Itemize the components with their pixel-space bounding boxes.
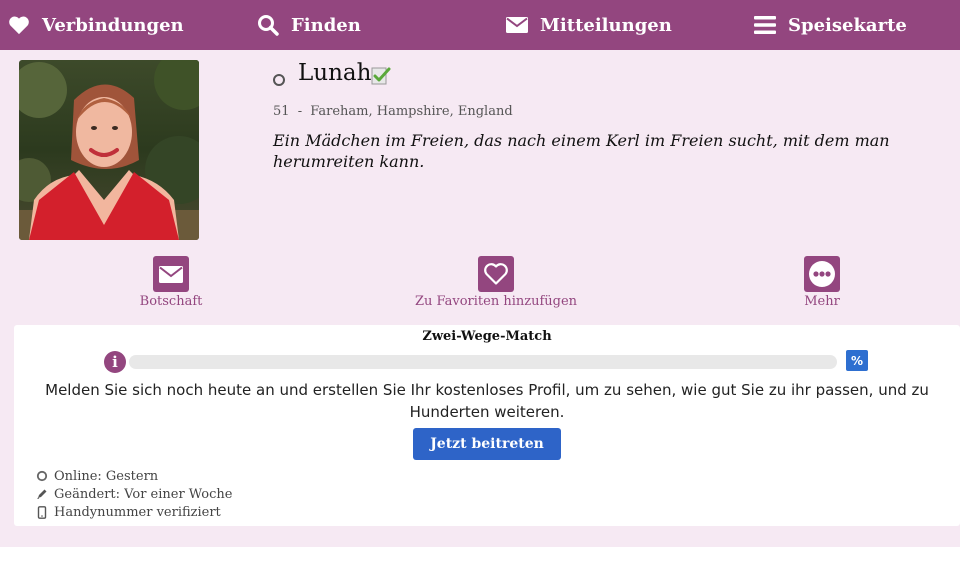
nav-connections-label: Verbindungen xyxy=(42,14,184,36)
profile-location: Fareham, Hampshire, England xyxy=(310,104,513,119)
profile-age: 51 xyxy=(273,104,290,119)
profile-tagline: Ein Mädchen im Freien, das nach einem Ke… xyxy=(273,131,890,171)
verified-badge-icon xyxy=(371,66,391,90)
fact-changed: Geändert: Vor einer Woche xyxy=(30,485,232,503)
nav-connections[interactable]: Verbindungen xyxy=(8,0,184,50)
nav-messages[interactable]: Mitteilungen xyxy=(506,0,672,50)
match-card: Zwei-Wege-Match i % Melden Sie sich noch… xyxy=(14,325,960,526)
search-icon xyxy=(257,14,279,36)
nav-menu-label: Speisekarte xyxy=(788,14,907,36)
envelope-icon xyxy=(506,17,528,33)
nav-find-label: Finden xyxy=(291,14,361,36)
profile-facts: Online: Gestern Geändert: Vor einer Woch… xyxy=(30,467,232,521)
online-status-indicator xyxy=(273,74,285,86)
fact-online-text: Online: Gestern xyxy=(54,468,159,484)
top-navigation: Verbindungen Finden Mitteilungen Speisek… xyxy=(0,0,960,50)
more-dots-icon xyxy=(804,256,840,292)
match-title: Zwei-Wege-Match xyxy=(422,329,552,344)
fact-online: Online: Gestern xyxy=(30,467,232,485)
online-status-icon xyxy=(30,470,54,482)
profile-name: Lunah xyxy=(298,60,372,86)
nav-messages-label: Mitteilungen xyxy=(540,14,672,36)
add-favorite-button[interactable]: Zu Favoriten hinzufügen xyxy=(415,256,577,309)
message-button[interactable]: Botschaft xyxy=(139,256,203,309)
meta-separator: - xyxy=(297,104,303,119)
percent-badge: % xyxy=(846,350,868,371)
fact-phone-text: Handynummer verifiziert xyxy=(54,504,221,520)
hamburger-menu-icon xyxy=(754,15,776,35)
nav-menu[interactable]: Speisekarte xyxy=(754,0,907,50)
phone-icon xyxy=(30,505,54,519)
profile-photo[interactable] xyxy=(19,60,199,240)
signup-cta-text: Melden Sie sich noch heute an und erstel… xyxy=(45,381,929,421)
match-progress-bar xyxy=(129,355,837,369)
heart-outline-icon xyxy=(478,256,514,292)
join-now-button[interactable]: Jetzt beitreten xyxy=(413,428,561,460)
more-button[interactable]: Mehr xyxy=(800,256,844,309)
pencil-icon xyxy=(30,488,54,500)
profile-meta: 51 - Fareham, Hampshire, England xyxy=(273,104,513,119)
nav-find[interactable]: Finden xyxy=(257,0,361,50)
fact-phone: Handynummer verifiziert xyxy=(30,503,232,521)
fact-changed-text: Geändert: Vor einer Woche xyxy=(54,486,233,502)
add-favorite-label: Zu Favoriten hinzufügen xyxy=(414,294,578,309)
heart-icon xyxy=(8,15,30,35)
more-button-label: Mehr xyxy=(804,294,840,309)
envelope-icon xyxy=(153,256,189,292)
message-button-label: Botschaft xyxy=(139,294,203,309)
info-icon[interactable]: i xyxy=(104,351,126,373)
